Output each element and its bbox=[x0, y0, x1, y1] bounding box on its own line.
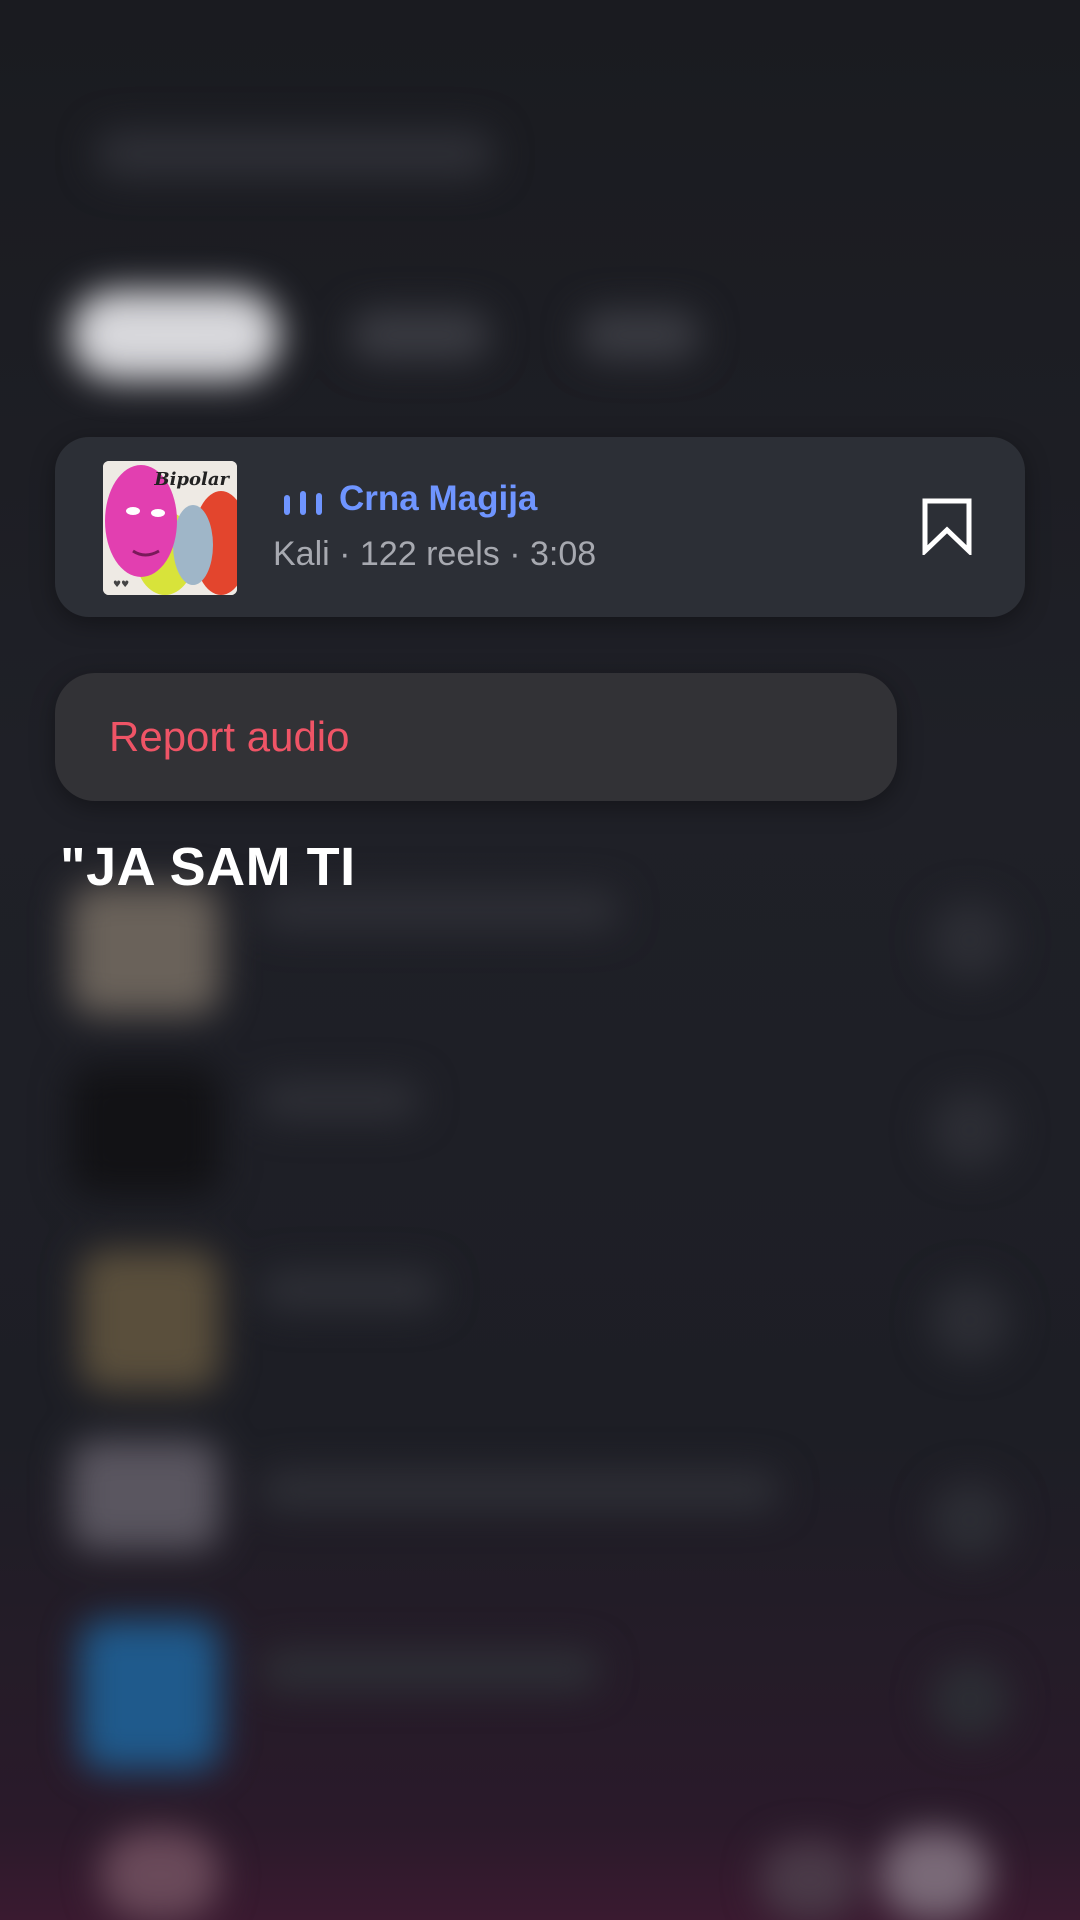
blurred-background bbox=[0, 0, 1080, 1920]
caption-text: "JA SAM TI bbox=[60, 837, 356, 897]
album-cover-title: Bipolar bbox=[154, 469, 229, 490]
song-title[interactable]: Crna Magija bbox=[339, 479, 537, 519]
svg-text:♥♥: ♥♥ bbox=[113, 580, 129, 590]
audio-card[interactable]: ♥♥ Bipolar Crna Magija Kali · 122 reels … bbox=[55, 437, 1025, 617]
equalizer-icon bbox=[284, 491, 322, 515]
screen: ♥♥ Bipolar Crna Magija Kali · 122 reels … bbox=[0, 0, 1080, 1920]
album-cover: ♥♥ Bipolar bbox=[103, 461, 237, 595]
song-meta: Kali · 122 reels · 3:08 bbox=[273, 535, 597, 573]
report-audio-button[interactable]: Report audio bbox=[55, 673, 897, 801]
bookmark-icon[interactable] bbox=[920, 497, 974, 555]
report-audio-label: Report audio bbox=[109, 713, 350, 760]
